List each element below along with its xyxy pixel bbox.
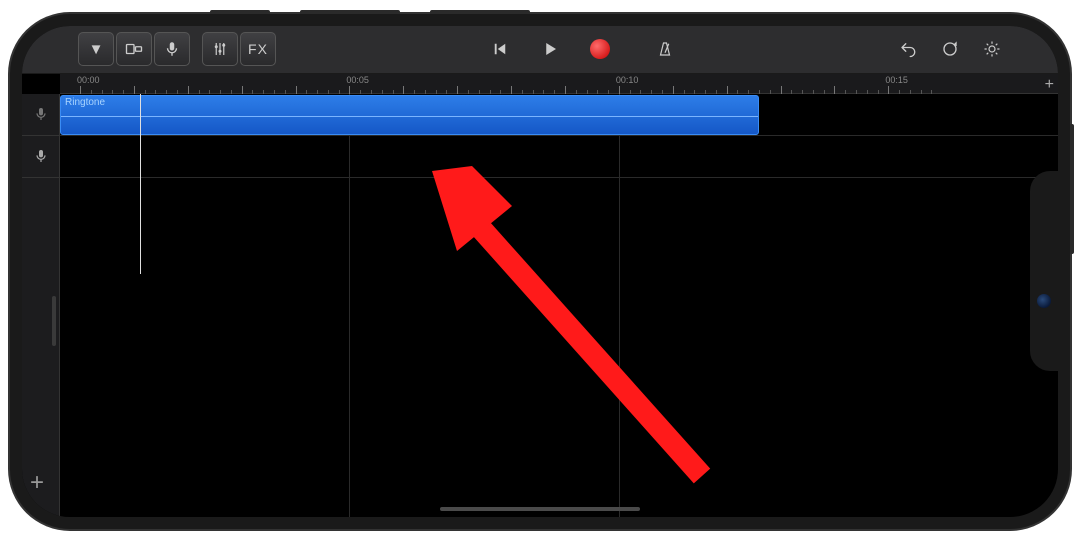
browser-icon	[125, 40, 143, 58]
phone-device-frame: ▼	[10, 14, 1070, 529]
loop-icon	[941, 40, 959, 58]
play-button[interactable]	[530, 32, 570, 66]
input-button[interactable]	[154, 32, 190, 66]
timeline[interactable]: Ringtone	[60, 94, 1058, 517]
phone-physical-button	[430, 10, 530, 14]
record-button[interactable]	[580, 32, 620, 66]
front-camera	[1037, 294, 1051, 308]
settings-button[interactable]	[972, 32, 1012, 66]
phone-physical-button	[1070, 124, 1074, 254]
timeline-ruler[interactable]: 00:00 00:05 00:10 00:15 +	[60, 74, 1058, 94]
playhead[interactable]	[140, 94, 141, 274]
screen: ▼	[22, 26, 1058, 517]
undo-icon	[899, 40, 917, 58]
track-header[interactable]	[22, 136, 59, 178]
tracks-area: + Ringtone	[22, 94, 1058, 517]
rewind-button[interactable]	[480, 32, 520, 66]
fx-label: FX	[248, 41, 268, 57]
track-row[interactable]: Ringtone	[60, 94, 1058, 136]
fx-button[interactable]: FX	[240, 32, 276, 66]
metronome-icon	[656, 40, 674, 58]
top-toolbar: ▼	[22, 26, 1058, 74]
loop-browser-button[interactable]	[930, 32, 970, 66]
view-dropdown-button[interactable]: ▼	[78, 32, 114, 66]
track-row[interactable]	[60, 136, 1058, 178]
gear-icon	[983, 40, 1001, 58]
track-controls-button[interactable]	[202, 32, 238, 66]
add-track-button[interactable]: +	[30, 469, 44, 497]
metronome-button[interactable]	[645, 32, 685, 66]
chevron-down-icon: ▼	[89, 41, 104, 58]
track-header[interactable]	[22, 94, 59, 136]
home-indicator[interactable]	[440, 507, 640, 511]
microphone-icon	[33, 146, 49, 166]
audio-region[interactable]: Ringtone	[60, 95, 759, 135]
add-section-button[interactable]: +	[1045, 76, 1054, 94]
record-icon	[590, 39, 610, 59]
waveform	[61, 116, 758, 117]
play-icon	[541, 40, 559, 58]
ruler-ticks	[60, 82, 1058, 94]
phone-physical-button	[300, 10, 400, 14]
undo-button[interactable]	[888, 32, 928, 66]
side-handle	[52, 296, 56, 346]
skip-back-icon	[491, 40, 509, 58]
microphone-icon	[33, 104, 49, 124]
region-label: Ringtone	[65, 97, 105, 108]
sliders-icon	[211, 40, 229, 58]
browser-view-button[interactable]	[116, 32, 152, 66]
phone-physical-button	[210, 10, 270, 14]
device-notch	[1030, 171, 1058, 371]
microphone-icon	[163, 40, 181, 58]
